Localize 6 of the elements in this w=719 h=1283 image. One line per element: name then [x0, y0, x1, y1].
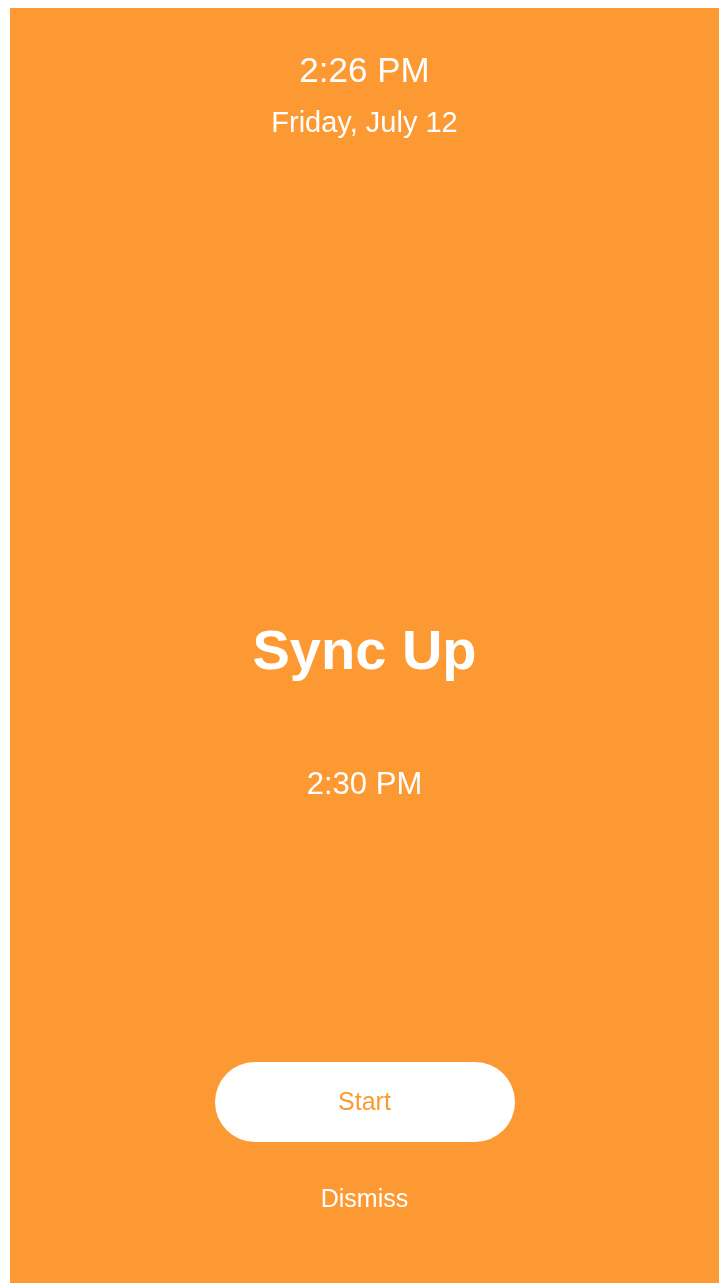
event-time: 2:30 PM: [306, 765, 423, 803]
event-title: Sync Up: [252, 617, 477, 683]
clock-time: 2:26 PM: [299, 49, 430, 91]
dismiss-button[interactable]: Dismiss: [312, 1182, 417, 1214]
clock-date: Friday, July 12: [271, 105, 458, 140]
start-button[interactable]: Start: [214, 1062, 515, 1142]
